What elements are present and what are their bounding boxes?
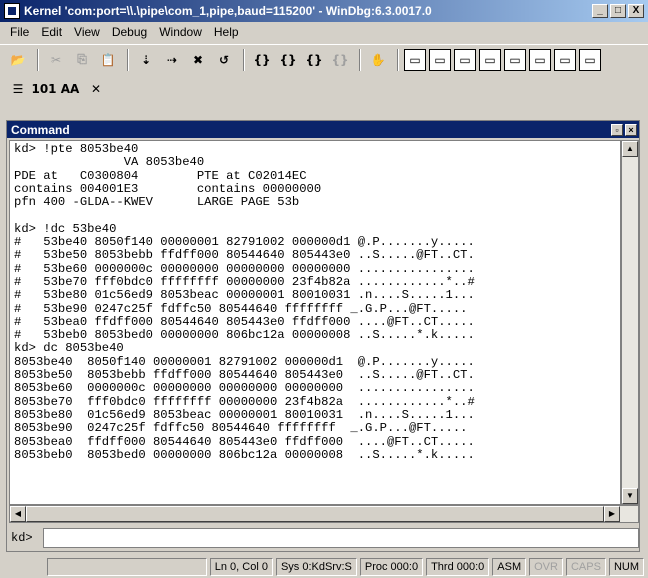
menu-debug[interactable]: Debug xyxy=(106,24,153,40)
windbg-app-icon[interactable] xyxy=(4,3,20,19)
output-line: 8053be50 8053bebb ffdff000 80544640 8054… xyxy=(14,368,475,383)
menu-view[interactable]: View xyxy=(68,24,106,40)
callstack-window-icon[interactable]: ▭ xyxy=(529,48,551,71)
output-line: # 53be50 8053bebb ffdff000 80544640 8054… xyxy=(14,248,475,263)
locals-window-icon[interactable]: ▭ xyxy=(454,48,476,71)
output-line: # 53be80 01c56ed9 8053beac 00000001 8001… xyxy=(14,288,475,303)
command-prompt: kd> xyxy=(11,531,33,545)
registers-window-icon[interactable]: ▭ xyxy=(479,48,501,71)
main-toolbar: 📂 ✂ ⎘ 📋 ⇣ ⇢ ✖ ↺{}{}{}{} ✋ ▭ ▭ ▭ ▭ ▭ ▭ ▭ ▭ xyxy=(0,44,648,74)
close-button[interactable]: X xyxy=(628,4,644,18)
output-line: # 53bea0 ffdff000 80544640 805443e0 ffdf… xyxy=(14,314,475,329)
minimize-button[interactable]: _ xyxy=(592,4,608,18)
scroll-right-icon[interactable]: ▶ xyxy=(604,506,620,522)
status-thrd: Thrd 000:0 xyxy=(426,558,490,576)
horizontal-scroll-thumb[interactable] xyxy=(26,506,604,522)
output-line: # 53be90 0247c25f fdffc50 80544640 fffff… xyxy=(14,301,468,316)
memory-window-icon[interactable]: ▭ xyxy=(504,48,526,71)
window-title: Kernel 'com:port=\\.\pipe\com_1,pipe,bau… xyxy=(24,4,432,18)
output-line: # 53beb0 8053bed0 00000000 806bc12a 0000… xyxy=(14,328,475,343)
font-icon[interactable]: AA xyxy=(58,77,82,101)
output-line: 8053be40 8050f140 00000001 82791002 0000… xyxy=(14,354,475,369)
output-line: 8053be60 0000000c 00000000 00000000 0000… xyxy=(14,381,475,396)
status-ovr: OVR xyxy=(529,558,563,576)
output-line: 8053be80 01c56ed9 8053beac 00000001 8001… xyxy=(14,407,475,422)
menu-bar: File Edit View Debug Window Help xyxy=(0,22,648,42)
toolbar-separator xyxy=(359,48,361,71)
status-bar: Ln 0, Col 0 Sys 0:KdSrv:S Proc 000:0 Thr… xyxy=(0,556,648,578)
step-out-icon[interactable]: {} xyxy=(302,48,326,72)
step-over-source-icon[interactable]: {} xyxy=(276,48,300,72)
output-line: 8053bea0 ffdff000 80544640 805443e0 ffdf… xyxy=(14,434,475,449)
command-input-bar: kd> xyxy=(9,527,639,549)
status-asm: ASM xyxy=(492,558,527,576)
scroll-up-icon[interactable]: ▲ xyxy=(622,141,638,157)
window-controls: _ □ X xyxy=(592,4,644,18)
menu-edit[interactable]: Edit xyxy=(35,24,68,40)
output-line: 8053be70 fff0bdc0 ffffffff 00000000 23f4… xyxy=(14,394,475,409)
command-window-caption: Command ▫ × xyxy=(7,121,639,138)
toolbar-separator xyxy=(397,48,399,71)
command-window-title: Command xyxy=(11,122,70,137)
cut-icon[interactable]: ✂ xyxy=(44,48,68,72)
scratch-window-icon[interactable]: ▭ xyxy=(579,48,601,71)
output-line: # 53be60 0000000c 00000000 00000000 0000… xyxy=(14,261,475,276)
toolbar-separator xyxy=(243,48,245,71)
output-line: pfn 400 -GLDA--KWEV LARGE PAGE 53b xyxy=(14,195,300,210)
menu-file[interactable]: File xyxy=(4,24,35,40)
output-line: 8053be90 0247c25f fdffc50 80544640 fffff… xyxy=(14,421,468,436)
toolbar-separator xyxy=(37,48,39,71)
status-message xyxy=(46,558,207,576)
status-proc: Proc 000:0 xyxy=(359,558,424,576)
paste-icon[interactable]: 📋 xyxy=(96,48,120,72)
output-line: VA 8053be40 xyxy=(14,155,205,170)
output-line: kd> !pte 8053be40 xyxy=(14,142,139,156)
step-over-icon[interactable]: ⇢ xyxy=(160,48,184,72)
scroll-down-icon[interactable]: ▼ xyxy=(622,488,638,504)
step-in-source-icon[interactable]: {} xyxy=(250,48,274,72)
copy-icon[interactable]: ⎘ xyxy=(70,48,94,72)
command-output[interactable]: kd> !pte 8053be40 VA 8053be40 PDE at C030… xyxy=(9,140,621,505)
run-to-cursor-icon[interactable]: {} xyxy=(328,48,352,72)
disassembly-window-icon[interactable]: ▭ xyxy=(554,48,576,71)
output-line: contains 004001E3 contains 00000000 xyxy=(14,181,322,196)
maximize-button[interactable]: □ xyxy=(610,4,626,18)
output-line: kd> !dc 53be40 xyxy=(14,221,117,236)
title-bar: Kernel 'com:port=\\.\pipe\com_1,pipe,bau… xyxy=(0,0,648,22)
horizontal-scrollbar[interactable]: ◀ ▶ xyxy=(9,505,639,523)
source-mode-icon[interactable]: ☰ xyxy=(6,77,30,101)
output-line: # 53be70 fff0bdc0 ffffffff 00000000 23f4… xyxy=(14,274,475,289)
dock-button[interactable]: ▫ xyxy=(611,123,623,136)
menu-window[interactable]: Window xyxy=(153,24,208,40)
menu-help[interactable]: Help xyxy=(208,24,245,40)
watch-window-icon[interactable]: ▭ xyxy=(429,48,451,71)
status-num: NUM xyxy=(608,558,644,576)
output-line: PDE at C0300804 PTE at C02014EC xyxy=(14,168,307,183)
vertical-scrollbar[interactable]: ▲ ▼ xyxy=(621,140,639,505)
toolbar-separator xyxy=(127,48,129,71)
open-icon[interactable]: 📂 xyxy=(6,48,30,72)
step-into-icon[interactable]: ⇣ xyxy=(134,48,158,72)
output-line: 8053beb0 8053bed0 00000000 806bc12a 0000… xyxy=(14,447,475,462)
secondary-toolbar: ☰ 101 AA ✕ xyxy=(0,74,648,104)
command-close-button[interactable]: × xyxy=(625,123,637,136)
hand-icon[interactable]: ✋ xyxy=(366,48,390,72)
restart-icon[interactable]: ↺ xyxy=(212,48,236,72)
command-window: Command ▫ × kd> !pte 8053be40 VA 8053be4… xyxy=(6,120,640,552)
hex-mode-icon[interactable]: 101 xyxy=(31,77,56,101)
scroll-left-icon[interactable]: ◀ xyxy=(10,506,26,522)
status-sys: Sys 0:KdSrv:S xyxy=(275,558,357,576)
command-window-icon[interactable]: ▭ xyxy=(404,48,426,71)
status-ln-col: Ln 0, Col 0 xyxy=(209,558,273,576)
output-line: # 53be40 8050f140 00000001 82791002 0000… xyxy=(14,235,475,250)
command-input[interactable] xyxy=(43,528,639,548)
break-icon[interactable]: ✖ xyxy=(186,48,210,72)
options-icon[interactable]: ✕ xyxy=(84,77,108,101)
output-line: kd> dc 8053be40 xyxy=(14,341,124,356)
status-caps: CAPS xyxy=(565,558,606,576)
